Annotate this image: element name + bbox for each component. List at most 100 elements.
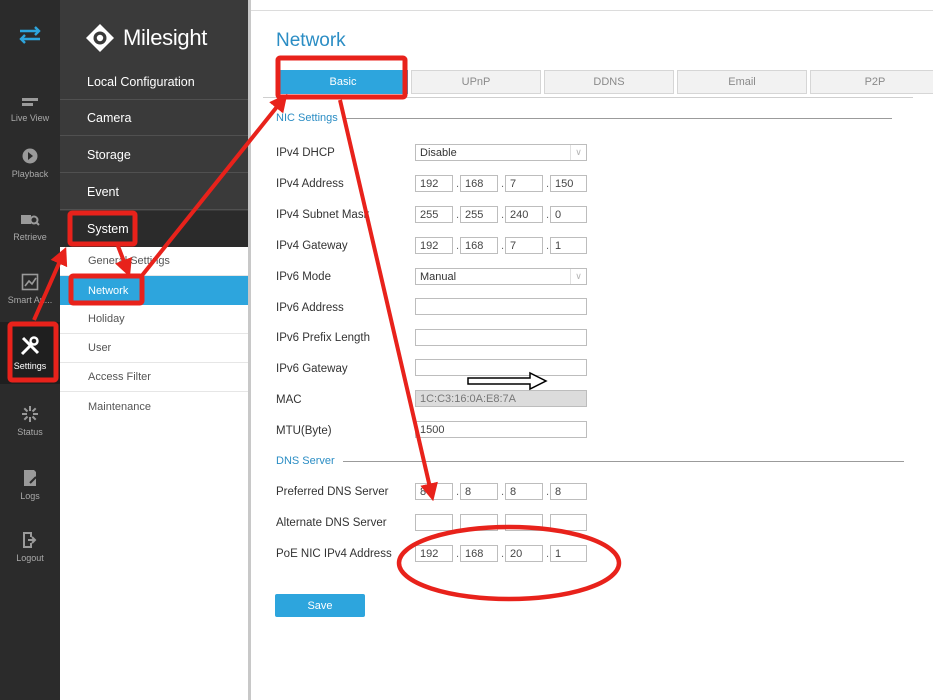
octet-separator: .: [501, 209, 505, 221]
tab-upnp[interactable]: UPnP: [411, 70, 541, 94]
menu-toggle-button[interactable]: [0, 0, 60, 70]
rail-item-playback[interactable]: Playback: [0, 132, 60, 194]
menu-item-label: Storage: [87, 147, 131, 162]
sub-item-access-filter[interactable]: Access Filter: [60, 363, 248, 392]
tab-label: UPnP: [461, 76, 491, 88]
rail-label: Logout: [16, 553, 44, 563]
octet-separator: .: [546, 178, 550, 190]
sub-item-general-settings[interactable]: General Settings: [60, 247, 248, 276]
rail-item-live-view[interactable]: Live View: [0, 78, 60, 140]
sub-item-label: User: [88, 342, 112, 354]
sub-item-network[interactable]: Network: [60, 276, 248, 305]
preferred-dns-octet-3[interactable]: 8: [505, 483, 543, 500]
octet-separator: .: [501, 486, 505, 498]
label-ipv4-subnet-mask: IPv4 Subnet Mask: [276, 209, 370, 221]
octet-separator: .: [546, 548, 550, 560]
label-ipv4-dhcp: IPv4 DHCP: [276, 147, 335, 159]
octet-separator: .: [546, 486, 550, 498]
ipv4-address-octet-2[interactable]: 168: [460, 175, 498, 192]
mtu-input[interactable]: 1500: [415, 421, 587, 438]
preferred-dns-octet-4[interactable]: 8: [550, 483, 587, 500]
settings-icon: [20, 336, 40, 356]
alternate-dns-octet-3[interactable]: [505, 514, 543, 531]
retrieve-icon: [21, 215, 40, 226]
poe-ipv4-octet-3[interactable]: 20: [505, 545, 543, 562]
rail-item-status[interactable]: Status: [0, 390, 60, 452]
rail-item-logout[interactable]: Logout: [0, 516, 60, 578]
menu-item-camera[interactable]: Camera: [60, 100, 248, 136]
menu-item-local-configuration[interactable]: Local Configuration: [60, 64, 248, 100]
rail-item-retrieve[interactable]: Retrieve: [0, 196, 60, 258]
ipv6-prefix-length-input[interactable]: [415, 329, 587, 346]
network-settings-page: Network Basic UPnP DDNS Email P2P NIC Se…: [251, 0, 933, 700]
milesight-logo-icon: [86, 24, 114, 52]
ipv6-address-input[interactable]: [415, 298, 587, 315]
tab-ddns[interactable]: DDNS: [544, 70, 674, 94]
subnet-mask-octet-3[interactable]: 240: [505, 206, 543, 223]
rail-item-smart-analytics[interactable]: Smart An...: [0, 258, 60, 320]
ipv6-mode-select[interactable]: Manual ∨: [415, 268, 587, 285]
page-title: Network: [276, 30, 346, 51]
save-button-label: Save: [307, 599, 333, 612]
sub-item-maintenance[interactable]: Maintenance: [60, 392, 248, 421]
sub-item-label: Maintenance: [88, 400, 151, 413]
octet-separator: .: [501, 548, 505, 560]
label-ipv6-address: IPv6 Address: [276, 302, 344, 314]
rail-item-settings[interactable]: Settings: [0, 322, 60, 384]
tab-label: Basic: [329, 76, 357, 88]
label-ipv6-prefix-length: IPv6 Prefix Length: [276, 332, 370, 344]
icon-rail: Live View Playback Retrieve Smart An... …: [0, 0, 60, 700]
ipv4-address-octet-1[interactable]: 192: [415, 175, 453, 192]
tab-email[interactable]: Email: [677, 70, 807, 94]
preferred-dns-octet-1[interactable]: 8: [415, 483, 453, 500]
swap-arrows-icon: [19, 26, 41, 44]
alternate-dns-octet-2[interactable]: [460, 514, 498, 531]
section-rule: [342, 460, 904, 462]
alternate-dns-octet-4[interactable]: [550, 514, 587, 531]
tab-p2p[interactable]: P2P: [810, 70, 933, 94]
gateway-octet-1[interactable]: 192: [415, 237, 453, 254]
poe-ipv4-octet-2[interactable]: 168: [460, 545, 498, 562]
section-nic-settings: NIC Settings: [276, 112, 892, 124]
gateway-octet-3[interactable]: 7: [505, 237, 543, 254]
sub-item-holiday[interactable]: Holiday: [60, 305, 248, 334]
label-alternate-dns: Alternate DNS Server: [276, 517, 387, 529]
mac-field: 1C:C3:16:0A:E8:7A: [415, 390, 587, 407]
tab-basic[interactable]: Basic: [278, 70, 408, 94]
ipv4-address-octet-4[interactable]: 150: [550, 175, 587, 192]
subnet-mask-octet-2[interactable]: 255: [460, 206, 498, 223]
ipv6-gateway-input[interactable]: [415, 359, 587, 376]
chevron-down-icon: ∨: [570, 145, 586, 160]
poe-ipv4-octet-1[interactable]: 192: [415, 545, 453, 562]
tab-label: Email: [728, 76, 756, 88]
settings-menu: Milesight Local Configuration Camera Sto…: [60, 0, 248, 700]
octet-separator: .: [501, 240, 505, 252]
menu-item-label: Local Configuration: [87, 74, 195, 89]
menu-item-event[interactable]: Event: [60, 174, 248, 210]
poe-ipv4-octet-4[interactable]: 1: [550, 545, 587, 562]
playback-icon: [22, 148, 38, 164]
subnet-mask-octet-4[interactable]: 0: [550, 206, 587, 223]
label-ipv6-gateway: IPv6 Gateway: [276, 363, 348, 375]
menu-item-storage[interactable]: Storage: [60, 137, 248, 173]
gateway-octet-2[interactable]: 168: [460, 237, 498, 254]
sub-item-user[interactable]: User: [60, 334, 248, 363]
menu-item-label: Camera: [87, 110, 132, 125]
smart-analytics-icon: [21, 273, 39, 291]
label-poe-nic-ipv4: PoE NIC IPv4 Address: [276, 548, 392, 560]
preferred-dns-octet-2[interactable]: 8: [460, 483, 498, 500]
gateway-octet-4[interactable]: 1: [550, 237, 587, 254]
subnet-mask-octet-1[interactable]: 255: [415, 206, 453, 223]
alternate-dns-octet-1[interactable]: [415, 514, 453, 531]
ipv4-dhcp-select[interactable]: Disable ∨: [415, 144, 587, 161]
milesight-logo: Milesight: [85, 18, 207, 58]
sub-item-label: General Settings: [88, 255, 170, 267]
tabs-underline: [263, 97, 913, 98]
rail-item-logs[interactable]: Logs: [0, 454, 60, 516]
save-button[interactable]: Save: [275, 594, 365, 617]
octet-separator: .: [501, 178, 505, 190]
ipv4-address-octet-3[interactable]: 7: [505, 175, 543, 192]
sub-item-label: Holiday: [88, 313, 125, 325]
menu-item-system[interactable]: System: [60, 211, 248, 247]
menu-item-label: Event: [87, 184, 119, 199]
